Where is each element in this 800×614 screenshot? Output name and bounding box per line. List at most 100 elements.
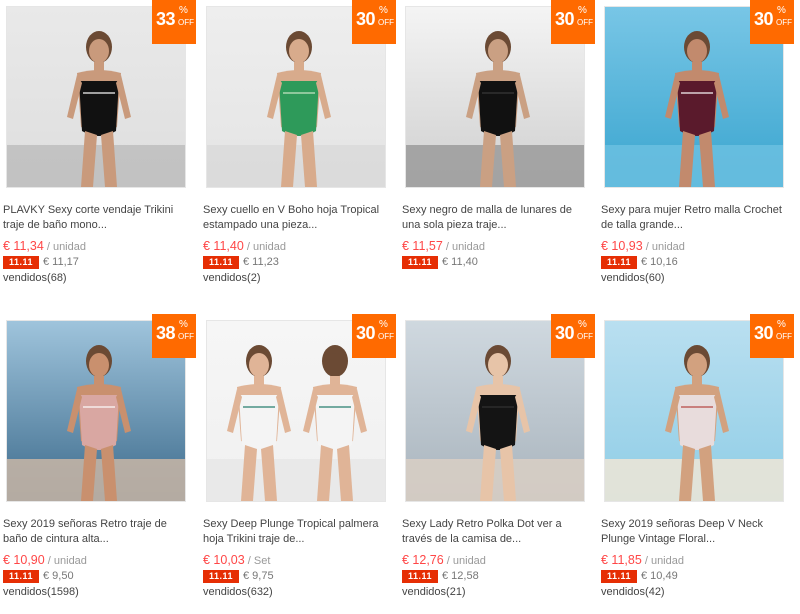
off-label: OFF <box>776 18 792 27</box>
promo-tag: 11.11 <box>402 256 438 269</box>
discount-percent: 30 <box>555 9 575 29</box>
product-title[interactable]: Sexy negro de malla de lunares de una so… <box>402 203 588 233</box>
product-title[interactable]: Sexy para mujer Retro malla Crochet de t… <box>601 203 787 233</box>
promo-row: 11.11 € 11,17 <box>3 256 79 269</box>
product-title[interactable]: Sexy 2019 señoras Retro traje de baño de… <box>3 517 189 547</box>
discount-percent: 30 <box>754 9 774 29</box>
product-price: € 11,40 / unidad <box>203 239 286 255</box>
product-card[interactable]: 30% OFF Sexy Deep Plunge Tropical palmera … <box>200 314 396 614</box>
product-grid: 33% OFF PLAVKY Sexy corte vendaje Trikini … <box>0 0 800 598</box>
percent-symbol: % <box>379 5 388 16</box>
off-label: OFF <box>776 332 792 341</box>
discount-percent: 38 <box>156 323 176 343</box>
promo-price: € 12,58 <box>442 570 479 582</box>
product-title[interactable]: Sexy Lady Retro Polka Dot ver a través d… <box>402 517 588 547</box>
promo-price: € 9,75 <box>243 570 274 582</box>
discount-percent: 30 <box>356 9 376 29</box>
off-label: OFF <box>178 18 194 27</box>
product-price: € 10,90 / unidad <box>3 553 87 569</box>
discount-badge: 30% OFF <box>551 314 595 358</box>
off-label: OFF <box>577 18 593 27</box>
promo-row: 11.11 € 9,50 <box>3 570 74 583</box>
promo-row: 11.11 € 10,49 <box>601 570 678 583</box>
discount-badge: 30% OFF <box>750 314 794 358</box>
price-amount: € 11,85 <box>601 553 642 567</box>
percent-symbol: % <box>179 319 188 330</box>
promo-tag: 11.11 <box>203 570 239 583</box>
percent-symbol: % <box>777 5 786 16</box>
discount-badge: 33% OFF <box>152 0 196 44</box>
product-price: € 10,93 / unidad <box>601 239 685 255</box>
product-card[interactable]: 30% OFF Sexy para mujer Retro malla Croche… <box>598 0 794 300</box>
product-card[interactable]: 38% OFF Sexy 2019 señoras Retro traje de b… <box>0 314 196 614</box>
sold-count: vendidos(2) <box>203 272 261 284</box>
product-title[interactable]: Sexy Deep Plunge Tropical palmera hoja T… <box>203 517 389 547</box>
promo-price: € 10,49 <box>641 570 678 582</box>
promo-row: 11.11 € 11,40 <box>402 256 478 269</box>
product-title[interactable]: Sexy cuello en V Boho hoja Tropical esta… <box>203 203 389 233</box>
promo-tag: 11.11 <box>601 256 637 269</box>
promo-tag: 11.11 <box>601 570 637 583</box>
product-card[interactable]: 33% OFF PLAVKY Sexy corte vendaje Trikini … <box>0 0 196 300</box>
price-unit: / Set <box>244 555 271 567</box>
product-price: € 11,57 / unidad <box>402 239 485 255</box>
product-price: € 10,03 / Set <box>203 553 270 569</box>
price-unit: / unidad <box>442 241 485 253</box>
promo-row: 11.11 € 11,23 <box>203 256 279 269</box>
price-unit: / unidad <box>43 241 86 253</box>
discount-percent: 30 <box>555 323 575 343</box>
product-card[interactable]: 30% OFF Sexy Lady Retro Polka Dot ver a tr… <box>399 314 595 614</box>
price-unit: / unidad <box>443 555 486 567</box>
off-label: OFF <box>577 332 593 341</box>
percent-symbol: % <box>379 319 388 330</box>
discount-badge: 30% OFF <box>551 0 595 44</box>
price-unit: / unidad <box>243 241 286 253</box>
promo-price: € 11,40 <box>442 256 478 268</box>
promo-row: 11.11 € 10,16 <box>601 256 678 269</box>
price-amount: € 12,76 <box>402 553 444 567</box>
product-title[interactable]: Sexy 2019 señoras Deep V Neck Plunge Vin… <box>601 517 787 547</box>
price-amount: € 11,57 <box>402 239 443 253</box>
off-label: OFF <box>378 18 394 27</box>
product-card[interactable]: 30% OFF Sexy 2019 señoras Deep V Neck Plun… <box>598 314 794 614</box>
product-title[interactable]: PLAVKY Sexy corte vendaje Trikini traje … <box>3 203 189 233</box>
promo-tag: 11.11 <box>203 256 239 269</box>
price-unit: / unidad <box>642 241 685 253</box>
promo-row: 11.11 € 9,75 <box>203 570 274 583</box>
promo-row: 11.11 € 12,58 <box>402 570 479 583</box>
discount-badge: 30% OFF <box>352 0 396 44</box>
percent-symbol: % <box>578 5 587 16</box>
sold-count: vendidos(68) <box>3 272 67 284</box>
percent-symbol: % <box>179 5 188 16</box>
promo-tag: 11.11 <box>402 570 438 583</box>
discount-percent: 33 <box>156 9 176 29</box>
product-card[interactable]: 30% OFF Sexy cuello en V Boho hoja Tropica… <box>200 0 396 300</box>
discount-badge: 38% OFF <box>152 314 196 358</box>
price-amount: € 11,40 <box>203 239 244 253</box>
promo-price: € 9,50 <box>43 570 74 582</box>
price-unit: / unidad <box>641 555 684 567</box>
promo-price: € 11,17 <box>43 256 79 268</box>
percent-symbol: % <box>578 319 587 330</box>
price-amount: € 10,03 <box>203 553 245 567</box>
discount-percent: 30 <box>754 323 774 343</box>
promo-price: € 11,23 <box>243 256 279 268</box>
discount-percent: 30 <box>356 323 376 343</box>
product-price: € 11,34 / unidad <box>3 239 86 255</box>
percent-symbol: % <box>777 319 786 330</box>
price-amount: € 11,34 <box>3 239 44 253</box>
price-unit: / unidad <box>44 555 87 567</box>
discount-badge: 30% OFF <box>750 0 794 44</box>
sold-count: vendidos(60) <box>601 272 665 284</box>
promo-tag: 11.11 <box>3 256 39 269</box>
product-price: € 12,76 / unidad <box>402 553 486 569</box>
off-label: OFF <box>378 332 394 341</box>
product-card[interactable]: 30% OFF Sexy negro de malla de lunares de … <box>399 0 595 300</box>
off-label: OFF <box>178 332 194 341</box>
promo-price: € 10,16 <box>641 256 678 268</box>
product-price: € 11,85 / unidad <box>601 553 684 569</box>
price-amount: € 10,93 <box>601 239 643 253</box>
price-amount: € 10,90 <box>3 553 45 567</box>
discount-badge: 30% OFF <box>352 314 396 358</box>
promo-tag: 11.11 <box>3 570 39 583</box>
